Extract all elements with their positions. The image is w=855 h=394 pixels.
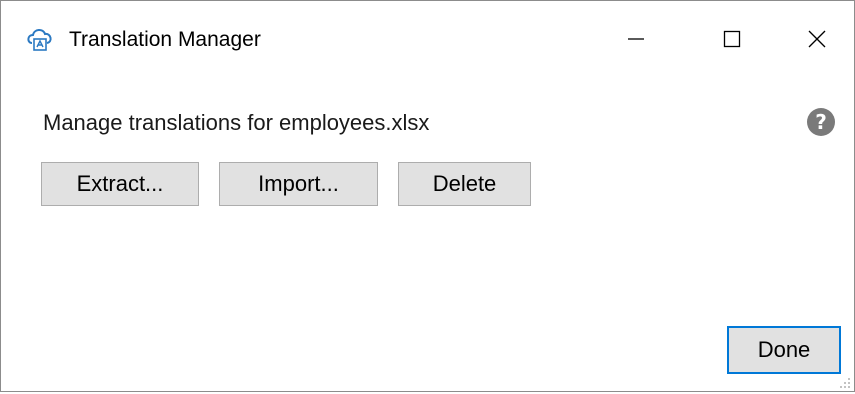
window-title: Translation Manager bbox=[69, 28, 261, 51]
instructions-label: Manage translations for employees.xlsx bbox=[43, 110, 430, 135]
translation-manager-dialog: Translation Manager Manage translations … bbox=[0, 0, 855, 392]
resize-grip-icon[interactable] bbox=[839, 376, 851, 388]
maximize-icon bbox=[723, 30, 741, 48]
close-button[interactable] bbox=[780, 1, 854, 77]
help-icon[interactable]: ? bbox=[807, 108, 835, 136]
cloud-translate-icon bbox=[25, 25, 55, 53]
maximize-button[interactable] bbox=[684, 1, 780, 77]
minimize-icon bbox=[628, 38, 644, 40]
done-button[interactable]: Done bbox=[727, 326, 841, 374]
title-bar[interactable]: Translation Manager bbox=[1, 1, 854, 77]
delete-button[interactable]: Delete bbox=[398, 162, 531, 206]
close-icon bbox=[808, 30, 826, 48]
minimize-button[interactable] bbox=[588, 1, 684, 77]
import-button[interactable]: Import... bbox=[219, 162, 378, 206]
extract-button[interactable]: Extract... bbox=[41, 162, 199, 206]
